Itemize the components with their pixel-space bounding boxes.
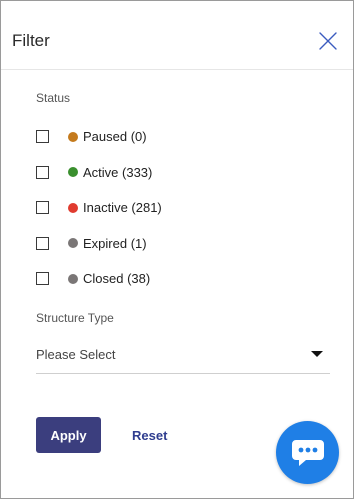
caret-down-icon	[311, 351, 323, 357]
closed-checkbox[interactable]	[36, 272, 49, 286]
status-options: Paused (0) Active (333) Inactive (281) E…	[36, 119, 316, 297]
status-dot-icon	[68, 238, 78, 249]
active-checkbox[interactable]	[36, 165, 49, 179]
status-option-active[interactable]: Active (333)	[36, 155, 316, 191]
reset-link[interactable]: Reset	[132, 428, 167, 443]
paused-checkbox[interactable]	[36, 130, 49, 144]
filter-title: Filter	[12, 31, 50, 50]
status-option-label: Inactive (281)	[83, 200, 162, 216]
status-option-label: Paused (0)	[83, 129, 147, 145]
filter-header: Filter	[1, 1, 353, 70]
status-option-label: Expired (1)	[83, 235, 147, 251]
status-option-label: Closed (38)	[83, 271, 151, 287]
status-dot-icon	[68, 273, 78, 284]
expired-checkbox[interactable]	[36, 236, 49, 250]
filter-panel: Filter Status Paused (0) Active (333) In…	[0, 0, 354, 499]
status-dot-icon	[68, 131, 78, 142]
status-option-expired[interactable]: Expired (1)	[36, 226, 316, 262]
apply-button[interactable]: Apply	[36, 417, 101, 453]
status-option-label: Active (333)	[83, 164, 153, 180]
structure-type-label: Structure Type	[36, 311, 114, 325]
inactive-checkbox[interactable]	[36, 201, 49, 215]
chat-bubble-icon	[292, 440, 324, 466]
status-option-paused[interactable]: Paused (0)	[36, 119, 316, 155]
chat-button[interactable]	[276, 421, 339, 484]
close-button[interactable]	[316, 29, 340, 53]
status-option-closed[interactable]: Closed (38)	[36, 261, 316, 297]
structure-type-select[interactable]: Please Select	[36, 338, 330, 374]
close-icon	[319, 32, 337, 50]
status-section-label: Status	[36, 91, 71, 105]
status-dot-icon	[68, 167, 78, 178]
status-dot-icon	[68, 202, 78, 213]
structure-type-value: Please Select	[36, 347, 116, 362]
status-option-inactive[interactable]: Inactive (281)	[36, 190, 316, 226]
